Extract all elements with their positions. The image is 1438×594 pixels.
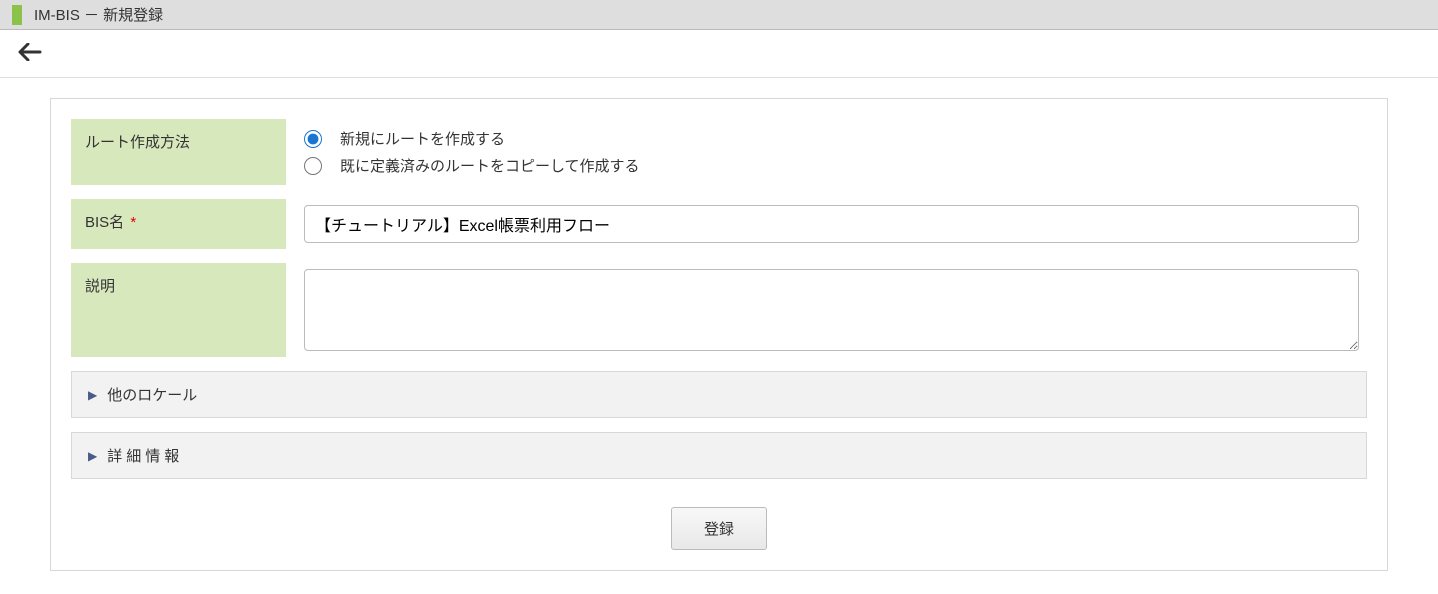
- main-form-panel: ルート作成方法 新規にルートを作成する 既に定義済みのルートをコピーして作成する…: [50, 98, 1388, 571]
- description-value: [286, 263, 1367, 357]
- detail-info-label: 詳細情報: [107, 445, 183, 466]
- toolbar: [0, 30, 1438, 78]
- other-locales-section[interactable]: ▶ 他のロケール: [71, 371, 1367, 418]
- description-label: 説明: [71, 263, 286, 357]
- bis-name-row: BIS名 *: [71, 199, 1367, 249]
- chevron-right-icon: ▶: [88, 449, 97, 463]
- submit-button[interactable]: 登録: [671, 507, 767, 550]
- other-locales-label: 他のロケール: [107, 384, 197, 405]
- bis-name-label-text: BIS名: [85, 214, 124, 231]
- title-accent: [12, 5, 22, 25]
- route-method-value: 新規にルートを作成する 既に定義済みのルートをコピーして作成する: [286, 119, 1367, 185]
- bis-name-value: [286, 199, 1367, 249]
- required-mark: *: [130, 214, 136, 231]
- route-method-radio-copy-label[interactable]: 既に定義済みのルートをコピーして作成する: [340, 155, 640, 176]
- bis-name-label: BIS名 *: [71, 199, 286, 249]
- route-method-label: ルート作成方法: [71, 119, 286, 185]
- page-title: IM-BIS － 新規登録: [34, 4, 163, 25]
- description-textarea[interactable]: [304, 269, 1359, 351]
- route-method-radio-copy[interactable]: [304, 157, 322, 175]
- bis-name-input[interactable]: [304, 205, 1359, 243]
- route-method-row: ルート作成方法 新規にルートを作成する 既に定義済みのルートをコピーして作成する: [71, 119, 1367, 185]
- detail-info-section[interactable]: ▶ 詳細情報: [71, 432, 1367, 479]
- route-method-radio-new[interactable]: [304, 130, 322, 148]
- back-arrow-icon[interactable]: [18, 41, 42, 67]
- title-bar: IM-BIS － 新規登録: [0, 0, 1438, 30]
- route-method-option-copy: 既に定義済みのルートをコピーして作成する: [304, 155, 1359, 176]
- route-method-option-new: 新規にルートを作成する: [304, 128, 1359, 149]
- chevron-right-icon: ▶: [88, 388, 97, 402]
- button-row: 登録: [71, 507, 1367, 550]
- route-method-radio-new-label[interactable]: 新規にルートを作成する: [340, 128, 505, 149]
- description-row: 説明: [71, 263, 1367, 357]
